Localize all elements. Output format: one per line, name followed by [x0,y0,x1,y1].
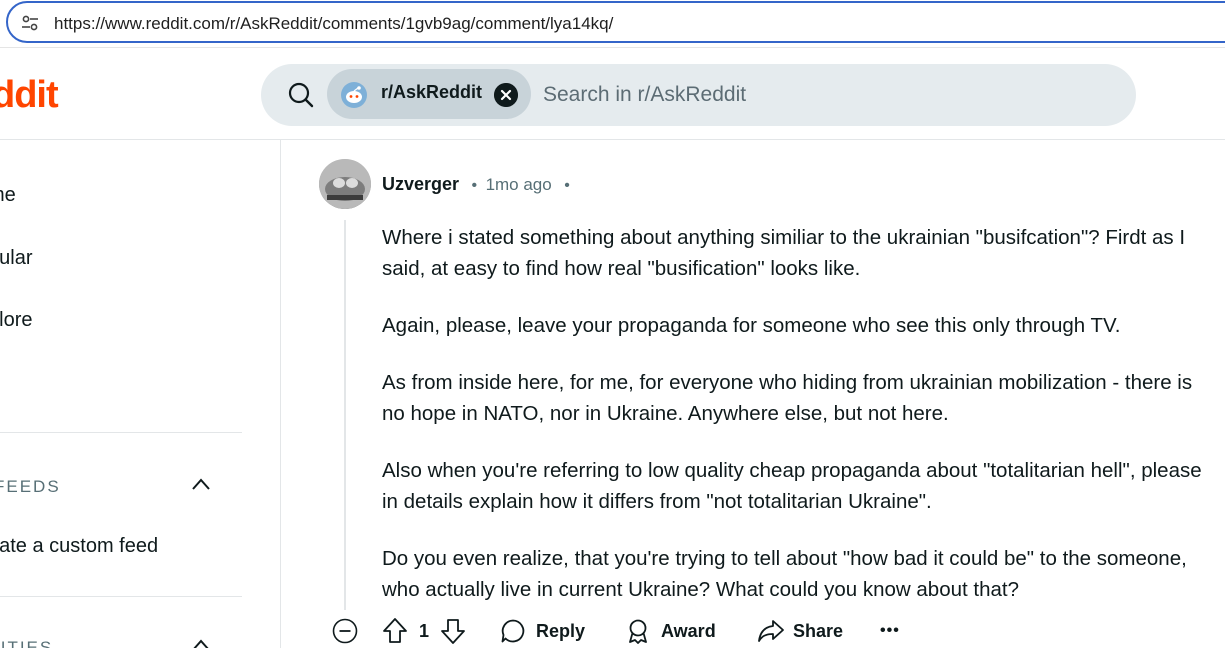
site-settings-icon[interactable] [20,13,40,33]
avatar[interactable] [319,159,371,209]
search-bar[interactable]: r/AskReddit Search in r/AskReddit [261,64,1136,126]
chevron-up-icon[interactable] [190,638,212,648]
reply-label: Reply [536,620,586,641]
collapse-icon [332,618,358,644]
close-icon[interactable] [494,83,518,107]
address-bar[interactable]: https://www.reddit.com/r/AskReddit/comme… [6,1,1225,43]
more-options-button[interactable]: ••• [880,614,900,648]
sidebar-divider [0,432,242,433]
comment-paragraph: Do you even realize, that you're trying … [382,547,1187,601]
separator-dot: • [564,177,570,194]
thread-line[interactable] [344,220,346,610]
downvote-icon [441,619,465,644]
sidebar-item-explore[interactable]: plore [0,309,32,332]
comment-paragraph: Where i stated something about anything … [382,226,1186,280]
url-text[interactable]: https://www.reddit.com/r/AskReddit/comme… [54,14,613,34]
left-sidebar: me pular plore FEEDS eate a custom feed … [0,140,281,648]
comment-bubble-icon [501,619,525,643]
share-label: Share [793,620,844,641]
award-label: Award [661,620,716,641]
sidebar-divider [0,596,242,597]
browser-toolbar: https://www.reddit.com/r/AskReddit/comme… [0,0,1225,48]
comment-paragraph: Also when you're referring to low qualit… [382,459,1202,513]
search-input[interactable]: Search in r/AskReddit [543,83,746,107]
share-button[interactable]: Share [757,614,843,648]
vote-count: 1 [419,620,430,641]
comment-paragraph: As from inside here, for me, for everyon… [382,371,1193,425]
search-icon [288,82,314,108]
community-chip-label: r/AskReddit [381,82,483,102]
collapse-button[interactable] [332,614,358,648]
comment-timestamp[interactable]: 1mo ago [486,175,552,194]
downvote-button[interactable] [440,614,466,648]
communities-section-label[interactable]: IITIES [0,638,53,648]
chevron-up-icon[interactable] [190,477,212,491]
create-custom-feed-link[interactable]: eate a custom feed [0,535,158,558]
feeds-section-label[interactable]: FEEDS [0,477,61,497]
sidebar-item-home[interactable]: me [0,184,16,207]
sidebar-item-popular[interactable]: pular [0,247,32,270]
separator-dot: • [471,177,478,194]
share-icon [758,620,784,642]
site-header: ddit r/AskReddit Search in r/AskReddit [0,48,1225,140]
author-name[interactable]: Uzverger [382,174,459,194]
upvote-icon [383,618,407,643]
reply-button[interactable]: Reply [500,614,585,648]
comment-body: Where i stated something about anything … [382,222,1202,631]
avatar-image-icon [319,159,371,209]
award-icon [629,619,647,644]
comment-paragraph: Again, please, leave your propaganda for… [382,314,1121,337]
reddit-logo[interactable]: ddit [0,74,59,117]
community-filter-chip[interactable]: r/AskReddit [327,69,531,119]
comment: Uzverger • 1mo ago • Where i stated some… [282,140,1225,648]
snoo-avatar-icon [341,82,367,108]
award-button[interactable]: Award [625,614,716,648]
comment-meta: Uzverger • 1mo ago • [382,174,574,195]
upvote-button[interactable] [382,614,408,648]
